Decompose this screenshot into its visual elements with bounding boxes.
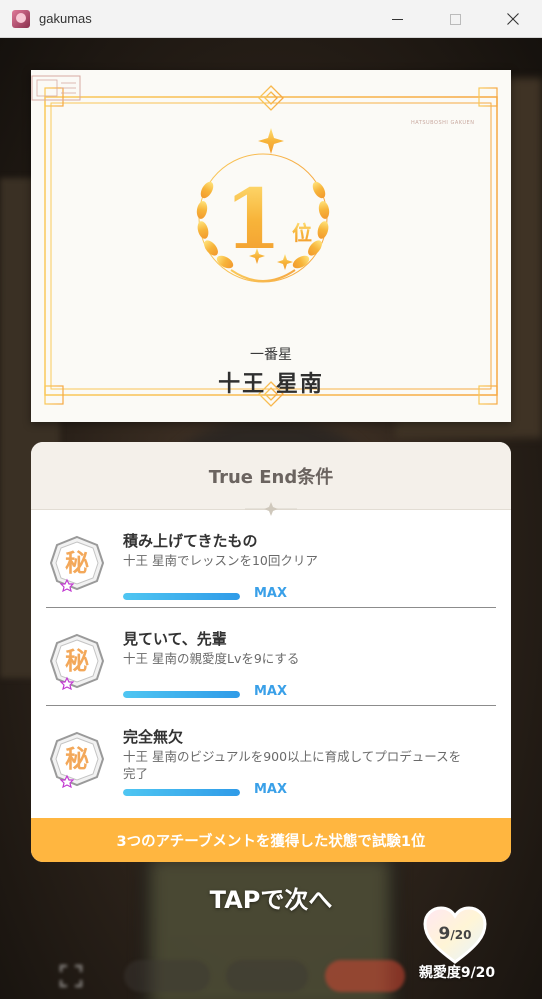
achievement-progress-bar [123,691,240,698]
window-title: gakumas [39,11,92,26]
achievement-description: 十王 星南のビジュアルを900以上に育成してプロデュースを完了 [123,749,462,781]
achievement-row: 秘 見ていて、先輩 十王 星南の親愛度Lvを9にする MAX [46,608,496,706]
achievement-progress-bar [123,789,240,796]
window-controls [368,0,542,38]
achievement-status: MAX [254,586,288,601]
svg-text:秘: 秘 [65,646,89,675]
academy-stamp-icon [31,75,81,101]
fullscreen-icon [59,964,83,988]
achievement-progress-fill [123,789,240,796]
achievement-row: 秘 積み上げてきたもの 十王 星南でレッスンを10回クリア MAX [46,510,496,608]
true-end-panel: True End条件 秘 積み上げてきたもの 十王 星南でレッスンを10回クリア… [31,442,511,862]
achievement-title: 完全無欠 [123,728,184,746]
svg-text:秘: 秘 [65,744,89,773]
minimize-icon [391,18,403,20]
svg-text:秘: 秘 [65,548,89,577]
skip-button[interactable] [124,960,210,992]
panel-footer-text: 3つのアチーブメントを獲得した状態で試験1位 [116,833,426,850]
achievement-description: 十王 星南の親愛度Lvを9にする [123,651,300,666]
achievement-progress-fill [123,593,240,600]
achievement-row: 秘 完全無欠 十王 星南のビジュアルを900以上に育成してプロデュースを完了 M… [46,706,496,804]
achievement-progress-bar [123,593,240,600]
close-button[interactable] [484,0,542,38]
auto-button[interactable] [325,960,405,992]
affinity-counter: 9/20 [423,924,487,944]
window-titlebar[interactable]: gakumas [0,0,542,38]
certificate-subtitle: 一番星 [250,347,292,363]
idol-name: 十王 星南 [218,372,324,397]
stamp-label: HATSUBOSHI GAKUEN [411,120,475,126]
affinity-max: /20 [450,928,472,942]
log-button[interactable] [226,960,308,992]
panel-footer: 3つのアチーブメントを獲得した状態で試験1位 [31,818,511,862]
achievement-progress-fill [123,691,240,698]
maximize-button[interactable] [426,0,484,38]
fullscreen-button[interactable] [55,960,87,992]
game-screen[interactable]: 1 位 HATSUBOSHI GAKUEN 一番星 十王 星南 True End… [0,38,542,999]
close-icon [507,13,519,25]
rank-certificate: 1 位 HATSUBOSHI GAKUEN 一番星 十王 星南 [31,70,511,422]
achievement-title: 見ていて、先輩 [123,630,227,648]
affinity-label: 親愛度9/20 [418,965,496,981]
app-icon [12,9,30,28]
achievement-medal-icon: 秘 [49,633,105,690]
affinity-current: 9 [438,924,451,944]
rank-suffix: 位 [292,221,312,245]
panel-header: True End条件 [31,442,511,516]
maximize-icon [449,13,461,25]
achievement-medal-icon: 秘 [49,535,105,592]
achievement-description: 十王 星南でレッスンを10回クリア [123,553,318,568]
minimize-button[interactable] [368,0,426,38]
panel-title: True End条件 [208,466,334,488]
achievement-title: 積み上げてきたもの [123,532,258,550]
achievement-status: MAX [254,782,288,797]
achievement-medal-icon: 秘 [49,731,105,788]
rank-number: 1 [224,172,281,268]
achievement-status: MAX [254,684,288,699]
